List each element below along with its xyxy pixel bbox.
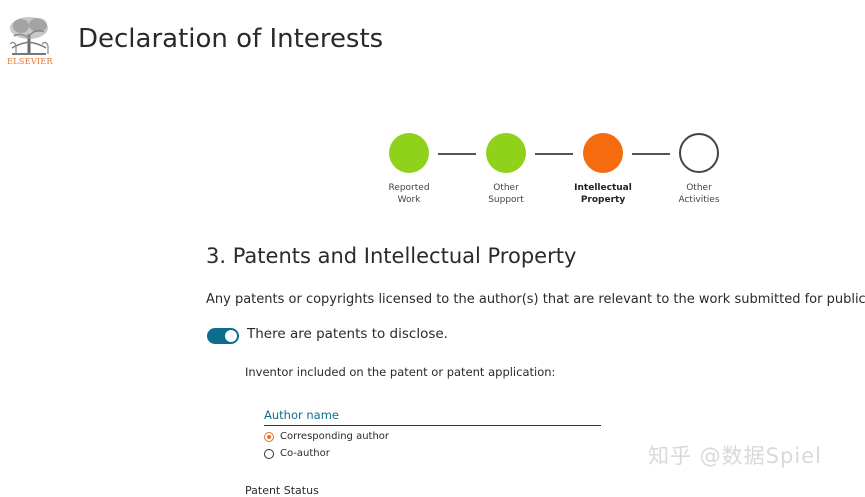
radio-label: Co-author xyxy=(280,448,330,459)
zhihu-watermark: 知乎 @数据Spiel xyxy=(648,444,822,468)
step-label-reported-work: Reported Work xyxy=(388,183,430,205)
elsevier-wordmark: ELSEVIER xyxy=(7,57,53,66)
step-reported-work-circle[interactable] xyxy=(389,133,429,173)
step-label-intellectual-property: Intellectual Property xyxy=(574,183,632,205)
step-intellectual-property-circle[interactable] xyxy=(583,133,623,173)
step-label-other-activities: Other Activities xyxy=(678,183,720,205)
inventor-label: Inventor included on the patent or paten… xyxy=(245,365,556,379)
radio-button[interactable] xyxy=(264,449,274,459)
step-connector xyxy=(438,153,476,155)
author-name-field-label: Author name xyxy=(264,408,339,422)
step-other-activities-circle[interactable] xyxy=(679,133,719,173)
step-connector xyxy=(632,153,670,155)
page-title: Declaration of Interests xyxy=(78,24,384,54)
section-title: 3. Patents and Intellectual Property xyxy=(206,244,577,268)
radio-button-checked[interactable] xyxy=(264,432,274,442)
author-name-input-underline[interactable] xyxy=(264,425,601,426)
step-connector xyxy=(535,153,573,155)
toggle-knob xyxy=(225,330,237,342)
radio-label: Corresponding author xyxy=(280,431,390,442)
step-other-support-circle[interactable] xyxy=(486,133,526,173)
question-text: Any patents or copyrights licensed to th… xyxy=(206,292,865,307)
patents-toggle-label: There are patents to disclose. xyxy=(247,326,448,342)
progress-stepper: Reported Work Other Support Intellectual Pr… xyxy=(385,133,725,213)
patents-toggle-switch[interactable] xyxy=(207,328,239,344)
patent-status-label: Patent Status xyxy=(245,484,319,497)
step-label-other-support: Other Support xyxy=(488,183,524,205)
